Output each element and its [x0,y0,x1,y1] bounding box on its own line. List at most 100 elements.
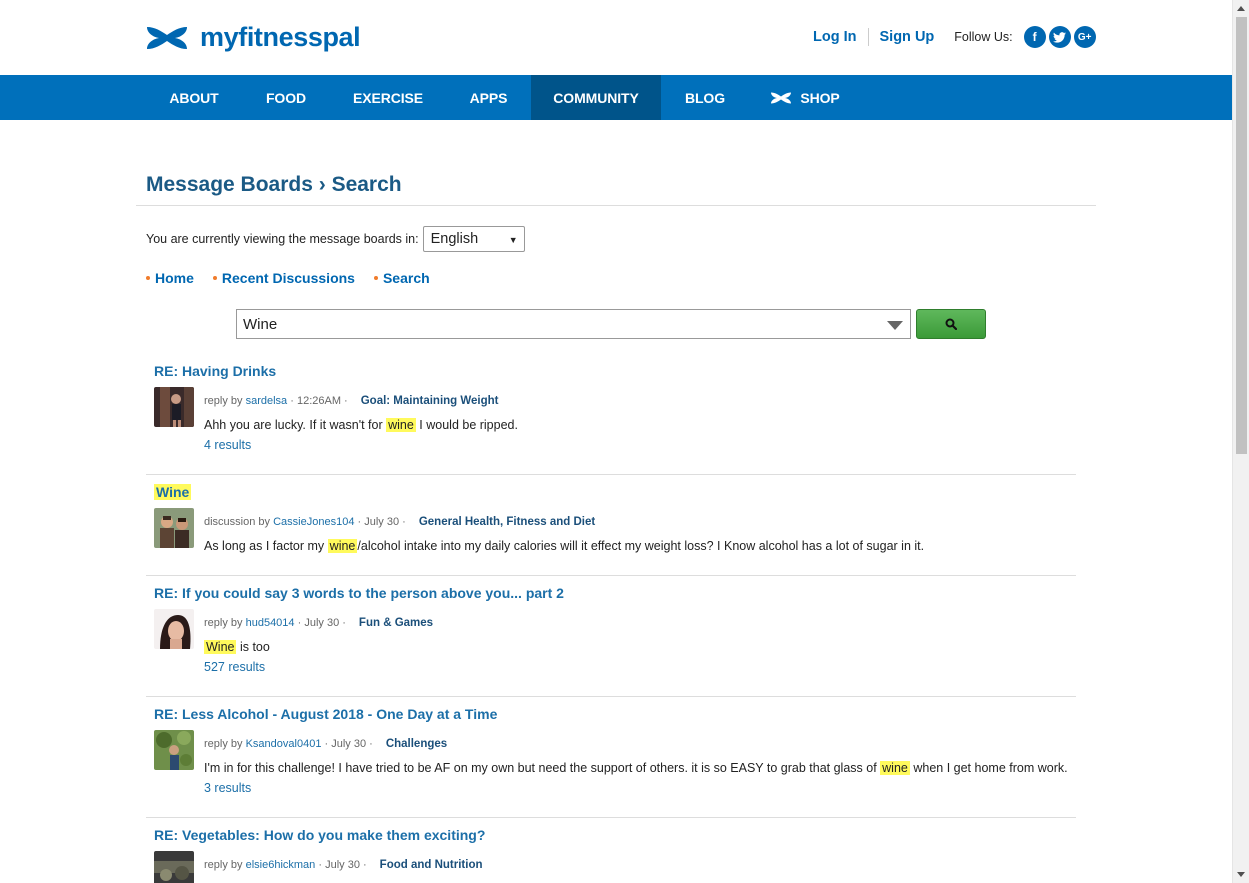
scroll-down-icon[interactable] [1237,872,1245,877]
search-highlight: wine [386,418,416,432]
scrollbar-thumb[interactable] [1236,17,1247,454]
meta-sep: · [366,738,373,750]
twitter-icon[interactable] [1048,26,1071,48]
username-link[interactable]: elsie6hickman [246,859,316,871]
meta-sep: · [294,617,305,629]
excerpt-text: is too [236,640,270,654]
avatar-image [154,508,194,548]
meta-sep: · [321,738,332,750]
result-title-link[interactable]: RE: If you could say 3 words to the pers… [154,585,564,601]
page-title: Message Boards › Search [146,173,402,196]
scroll-up-icon[interactable] [1237,6,1245,11]
twitter-bird-icon [1053,31,1067,43]
result-count-link[interactable]: 3 results [204,781,251,795]
page-scrollbar[interactable] [1232,0,1249,883]
nav-food[interactable]: FOOD [242,75,330,120]
signup-link[interactable]: Sign Up [880,29,935,45]
subnav-label: Search [382,270,430,286]
dropdown-arrow-icon[interactable] [887,321,903,330]
username-link[interactable]: Ksandoval0401 [246,738,322,750]
excerpt-text: when I get home from work. [909,761,1068,775]
subnav-home[interactable]: Home [146,270,194,286]
divider [146,817,1076,818]
category-link[interactable]: Goal: Maintaining Weight [361,395,499,407]
username-link[interactable]: hud54014 [246,617,295,629]
nav-community[interactable]: COMMUNITY [531,75,661,120]
meta-sep: · [339,617,346,629]
avatar[interactable] [154,387,194,427]
avatar-image [154,609,194,649]
post-type: reply by [204,738,243,750]
username-link[interactable]: sardelsa [246,395,288,407]
login-link[interactable]: Log In [813,29,857,45]
nav-exercise[interactable]: EXERCISE [330,75,446,120]
bullet-icon [146,276,150,280]
post-time: July 30 [325,859,360,871]
category-link[interactable]: General Health, Fitness and Diet [419,516,595,528]
meta-sep: · [399,516,406,528]
avatar[interactable] [154,730,194,770]
result-count-link[interactable]: 4 results [204,438,251,452]
meta-sep: · [340,395,348,407]
excerpt-text: /alcohol intake into my daily calories w… [357,539,925,553]
main-nav: ABOUT FOOD EXERCISE APPS COMMUNITY BLOG … [0,75,1232,120]
result-count-link[interactable]: 527 results [204,660,265,674]
result-meta: reply by sardelsa · 12:26AM · Goal: Main… [204,395,499,407]
search-highlight: wine [880,761,910,775]
post-type: discussion by [204,516,271,528]
meta-sep: · [287,395,297,407]
post-time: 12:26AM [296,395,341,407]
avatar[interactable] [154,508,194,548]
post-type: reply by [204,859,243,871]
board-subnav: Home Recent Discussions Search [146,270,449,286]
language-select[interactable]: English ▼ [422,226,525,252]
result-excerpt: Ahh you are lucky. If it wasn't for wine… [204,418,518,432]
meta-sep: · [359,859,367,871]
search-input-value: Wine [243,315,278,333]
auth-links: Log In Sign Up Follow Us: f G+ [813,26,1096,48]
site-header: myfitnesspal Log In Sign Up Follow Us: f… [0,0,1232,75]
result-title-link[interactable]: RE: Vegetables: How do you make them exc… [154,827,485,843]
google-plus-icon[interactable]: G+ [1073,26,1096,48]
logo[interactable]: myfitnesspal [145,22,361,53]
excerpt-text: I'm in for this challenge! I have tried … [204,761,881,775]
divider [146,696,1076,697]
divider [146,474,1076,475]
nav-blog[interactable]: BLOG [661,75,749,120]
result-meta: reply by hud54014 · July 30 · Fun & Game… [204,617,433,629]
post-time: July 30 [331,738,367,750]
facebook-icon[interactable]: f [1023,26,1046,48]
subnav-search[interactable]: Search [373,270,430,286]
meta-sep: · [354,516,365,528]
post-type: reply by [204,395,243,407]
category-link[interactable]: Food and Nutrition [380,859,483,871]
result-title-link[interactable]: Wine [154,484,192,500]
avatar[interactable] [154,851,194,883]
nav-about[interactable]: ABOUT [146,75,242,120]
logo-text: myfitnesspal [200,22,361,52]
search-highlight: Wine [154,484,192,500]
post-type: reply by [204,617,243,629]
result-title-link[interactable]: RE: Having Drinks [154,363,276,379]
category-link[interactable]: Fun & Games [359,617,433,629]
divider [146,575,1076,576]
avatar-image [154,851,194,883]
divider [867,28,869,46]
category-link[interactable]: Challenges [386,738,447,750]
avatar[interactable] [154,609,194,649]
username-link[interactable]: CassieJones104 [273,516,354,528]
divider [136,205,1096,206]
nav-apps[interactable]: APPS [446,75,531,120]
subnav-label: Recent Discussions [221,270,355,286]
excerpt-text: Ahh you are lucky. If it wasn't for [204,418,387,432]
result-meta: reply by Ksandoval0401 · July 30 · Chall… [204,738,447,750]
subnav-recent-discussions[interactable]: Recent Discussions [212,270,355,286]
under-armour-logo-icon [147,26,187,49]
result-excerpt: I'm in for this challenge! I have tried … [204,761,1068,775]
nav-shop[interactable]: SHOP [749,75,861,120]
language-label: You are currently viewing the message bo… [146,232,419,246]
language-row: You are currently viewing the message bo… [146,226,525,252]
search-button[interactable] [916,309,986,339]
search-input[interactable]: Wine [236,309,911,339]
result-title-link[interactable]: RE: Less Alcohol - August 2018 - One Day… [154,706,497,722]
